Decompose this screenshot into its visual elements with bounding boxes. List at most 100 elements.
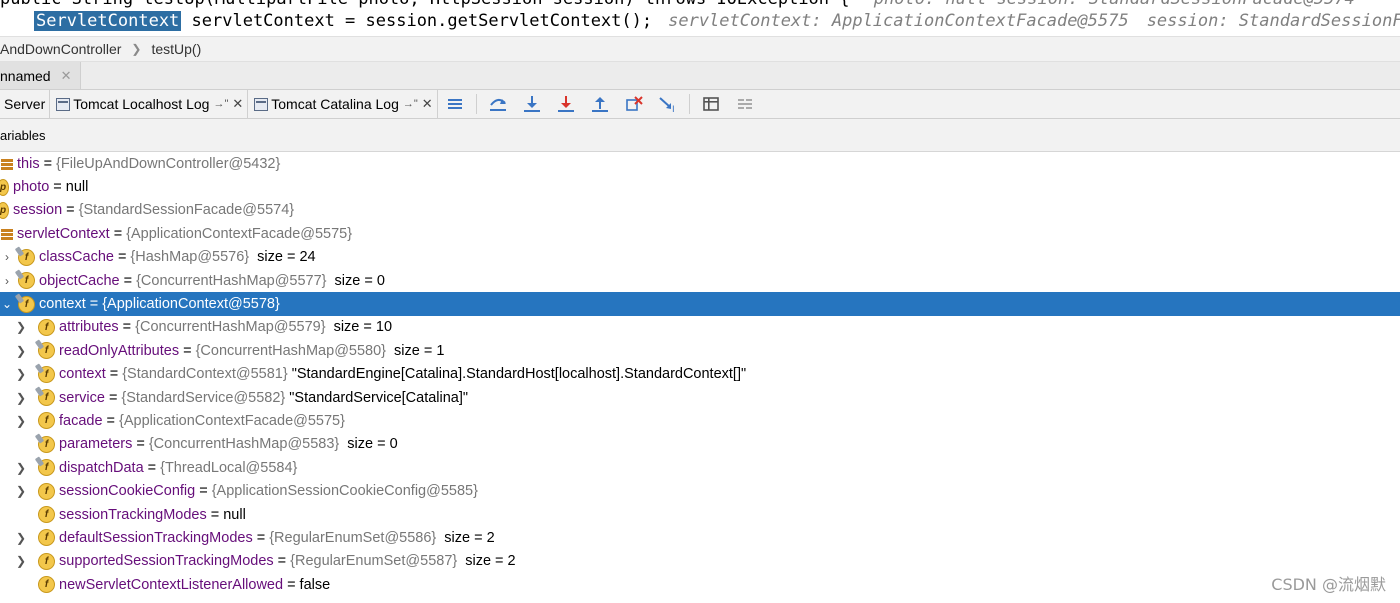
tree-row[interactable]: f sessionTrackingModes = null [0, 503, 1400, 526]
debugger-toolbar: Server Tomcat Localhost Log →" ✕ Tomcat … [0, 89, 1400, 119]
chevron-right-icon[interactable]: ❯ [14, 461, 28, 475]
equals-sign: = [113, 225, 123, 242]
trace-button[interactable] [728, 90, 762, 119]
equals-sign: = [123, 272, 133, 289]
tree-row[interactable]: › f objectCache = {ConcurrentHashMap@5577}… [0, 269, 1400, 292]
inline-debug-hint: session: StandardSessionFacade@ [1146, 11, 1400, 31]
chevron-right-icon[interactable]: ❯ [14, 391, 28, 405]
tree-row[interactable]: ❯ f defaultSessionTrackingModes = {Regular… [0, 526, 1400, 549]
step-over-icon [489, 99, 506, 111]
code-editor[interactable]: public String testUp(MultipartFile photo… [0, 0, 1400, 36]
chevron-right-icon[interactable]: ❯ [14, 554, 28, 568]
equals-sign: = [106, 412, 116, 429]
tree-row[interactable]: ❯ f dispatchData = {ThreadLocal@5584} [0, 456, 1400, 479]
variable-name: supportedSessionTrackingModes [59, 553, 274, 570]
equals-sign: = [117, 249, 127, 266]
tree-row[interactable]: f newServletContextListenerAllowed = false [0, 573, 1400, 596]
breadcrumb-method[interactable]: testUp() [151, 41, 201, 57]
close-icon[interactable]: ✕ [422, 96, 433, 112]
tab-tomcat-localhost-log[interactable]: Tomcat Localhost Log →" ✕ [50, 89, 249, 119]
tab-tomcat-catalina-log[interactable]: Tomcat Catalina Log →" ✕ [248, 89, 438, 119]
tree-row[interactable]: servletContext = {ApplicationContextFacade… [0, 222, 1400, 245]
chevron-right-icon[interactable]: ❯ [14, 320, 28, 334]
chevron-right-icon[interactable]: ❯ [14, 484, 28, 498]
tree-row[interactable]: ❯ f supportedSessionTrackingModes = {Regul… [0, 550, 1400, 573]
parameter-icon: p [0, 178, 9, 196]
table-icon [702, 97, 719, 111]
run-to-cursor-button[interactable]: I [651, 90, 685, 119]
equals-sign: = [183, 342, 192, 359]
tree-row[interactable]: this = {FileUpAndDownController@5432} [0, 152, 1400, 175]
variable-name: defaultSessionTrackingModes [59, 529, 253, 546]
equals-sign: = [199, 483, 208, 500]
close-icon[interactable]: ✕ [61, 68, 72, 84]
variable-ref: {RegularEnumSet@5586} [269, 529, 437, 546]
code-line-method-signature: public String testUp(MultipartFile photo… [0, 0, 1355, 9]
step-out-icon [591, 97, 608, 112]
tab-server[interactable]: Server [0, 89, 51, 119]
evaluate-expression-button[interactable] [694, 90, 728, 119]
tree-row[interactable]: › f classCache = {HashMap@5576} size = 24 [0, 246, 1400, 269]
tab-label: Server [4, 96, 46, 112]
tree-row[interactable]: p photo = null [0, 175, 1400, 198]
selected-text[interactable]: ServletContext [34, 11, 182, 31]
tree-row[interactable]: ❯ f sessionCookieConfig = {ApplicationSess… [0, 479, 1400, 502]
field-icon: f [38, 576, 55, 594]
variable-name: servletContext [17, 225, 110, 242]
step-into-button[interactable] [515, 90, 549, 119]
chevron-right-icon[interactable]: › [0, 250, 14, 264]
tree-row[interactable]: p session = {StandardSessionFacade@5574} [0, 199, 1400, 222]
code-text: public String testUp(MultipartFile photo… [0, 0, 850, 9]
variable-ref: {ApplicationContextFacade@5575} [126, 225, 353, 242]
chevron-right-icon[interactable]: ❯ [14, 531, 28, 545]
debug-session-tabs: nnamed ✕ [0, 62, 1400, 90]
variable-ref: {ConcurrentHashMap@5583} [148, 436, 340, 453]
force-step-into-button[interactable] [549, 90, 583, 119]
code-line-current: ServletContext servletContext = session.… [34, 11, 1400, 31]
show-execution-point-button[interactable] [438, 90, 472, 119]
variable-name: parameters [59, 436, 133, 453]
equals-sign: = [108, 389, 118, 406]
equals-sign: = [66, 202, 75, 219]
drop-frame-button[interactable] [617, 90, 651, 119]
variable-name: this [17, 155, 40, 172]
variable-ref: {ConcurrentHashMap@5577} [136, 272, 327, 289]
tree-row[interactable]: ❯ f context = {StandardContext@5581} "Stand… [0, 363, 1400, 386]
field-icon: f [38, 412, 55, 430]
chevron-right-icon[interactable]: ❯ [14, 367, 28, 381]
tree-row-selected[interactable]: ⌄ f context = {ApplicationContext@5578} [0, 292, 1400, 316]
drop-frame-icon [625, 96, 643, 111]
tree-row[interactable]: ❯ f readOnlyAttributes = {ConcurrentHashMa… [0, 339, 1400, 362]
variable-name: newServletContextListenerAllowed [59, 576, 284, 593]
step-out-button[interactable] [583, 90, 617, 119]
chevron-down-icon[interactable]: ⌄ [0, 297, 14, 311]
step-into-icon [523, 96, 540, 112]
equals-sign: = [43, 155, 53, 172]
variable-value: "StandardService[Catalina]" [289, 389, 469, 406]
chevron-right-icon[interactable]: ❯ [14, 414, 28, 428]
equals-sign: = [136, 436, 145, 453]
variable-ref: {StandardContext@5581} [122, 366, 288, 383]
chevron-right-icon: ❯ [131, 42, 142, 56]
session-tab[interactable]: nnamed ✕ [0, 62, 81, 89]
chevron-right-icon[interactable]: › [0, 274, 14, 288]
field-icon: f [38, 529, 55, 547]
equals-sign: = [277, 553, 287, 570]
tree-row[interactable]: f parameters = {ConcurrentHashMap@5583} siz… [0, 433, 1400, 456]
chevron-right-icon[interactable]: ❯ [14, 344, 28, 358]
step-over-button[interactable] [481, 90, 515, 119]
breadcrumb: AndDownController ❯ testUp() [0, 36, 1400, 62]
field-icon: f [38, 506, 55, 524]
tree-row[interactable]: ❯ f attributes = {ConcurrentHashMap@5579} s… [0, 316, 1400, 339]
close-icon[interactable]: ✕ [232, 96, 243, 112]
tree-row[interactable]: ❯ f service = {StandardService@5582} "Stand… [0, 386, 1400, 409]
breadcrumb-class[interactable]: AndDownController [0, 41, 121, 57]
equals-sign: = [256, 529, 266, 546]
variables-panel-header: ariables [0, 119, 1400, 152]
variable-name: context [59, 366, 106, 383]
tree-row[interactable]: ❯ f facade = {ApplicationContextFacade@557… [0, 409, 1400, 432]
equals-sign: = [89, 296, 99, 313]
panel-title: ariables [0, 127, 46, 143]
equals-sign: = [287, 576, 296, 593]
variables-tree[interactable]: this = {FileUpAndDownController@5432} p ph… [0, 152, 1400, 603]
